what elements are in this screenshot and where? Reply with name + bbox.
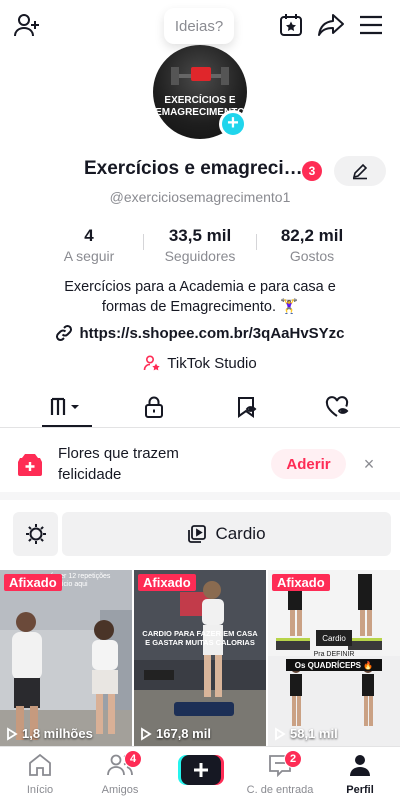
ideas-label: Ideias? — [174, 17, 224, 35]
play-icon — [141, 726, 152, 741]
bottom-navigation: Início Amigos 4 C. de entrada 2 Perfil — [0, 746, 400, 800]
settings-filter-button[interactable] — [13, 512, 58, 556]
community-promo: Flores que trazem felicidade Aderir × — [0, 430, 400, 500]
liked-icon — [325, 396, 349, 417]
edit-profile-button[interactable] — [334, 156, 386, 186]
tab-videos[interactable] — [37, 392, 97, 422]
stat-divider — [143, 234, 144, 250]
home-icon — [29, 753, 51, 776]
pinned-badge: Afixado — [4, 574, 62, 591]
video-1-preview: o que eu fazer 12 repetições exercício a… — [0, 570, 132, 746]
svg-text:E GASTAR MUITAS CALORIAS: E GASTAR MUITAS CALORIAS — [145, 638, 255, 647]
video-thumbnail[interactable]: o que eu fazer 12 repetições exercício a… — [0, 570, 132, 746]
friends-badge: 4 — [124, 750, 142, 768]
tab-liked[interactable] — [307, 392, 367, 422]
active-tab-indicator — [42, 425, 92, 427]
gear-icon — [25, 524, 46, 544]
create-button[interactable] — [178, 755, 224, 785]
play-icon — [275, 726, 286, 741]
channel-logo-mark — [191, 67, 211, 81]
inbox-badge: 2 — [284, 750, 302, 768]
profile-link[interactable]: https://s.shopee.com.br/3qAaHvSYzc — [0, 322, 400, 344]
share-icon[interactable] — [316, 10, 346, 40]
playlist-label: Cardio — [215, 524, 266, 543]
studio-label: TikTok Studio — [167, 354, 257, 372]
playlist-row: Cardio — [0, 508, 400, 560]
grid-icon — [50, 397, 79, 415]
tab-private[interactable] — [124, 392, 184, 422]
tiktok-studio-link[interactable]: TikTok Studio — [0, 352, 400, 374]
svg-text:CARDIO PARA FAZER EM CASA: CARDIO PARA FAZER EM CASA — [142, 629, 258, 638]
svg-text:Pra DEFINIR: Pra DEFINIR — [314, 651, 355, 658]
top-bar: Ideias? — [0, 0, 400, 50]
stat-followers[interactable]: 33,5 mil Seguidores — [150, 226, 250, 264]
playlist-icon — [188, 525, 207, 543]
stat-following[interactable]: 4 A seguir — [49, 226, 129, 264]
video-thumbnail[interactable]: CARDIO PARA FAZER EM CASA E GASTAR MUITA… — [134, 570, 266, 746]
link-icon — [56, 324, 73, 342]
profile-stats: 4 A seguir 33,5 mil Seguidores 82,2 mil … — [0, 226, 400, 266]
close-icon[interactable]: × — [360, 454, 378, 474]
svg-text:Os QUADRÍCEPS 🔥: Os QUADRÍCEPS 🔥 — [295, 660, 373, 670]
community-icon — [18, 454, 42, 476]
tab-saved[interactable] — [216, 392, 276, 422]
display-name: Exercícios e emagreci… — [84, 158, 303, 179]
svg-text:Cardio: Cardio — [322, 634, 346, 643]
pencil-icon — [352, 163, 368, 180]
nav-inbox[interactable]: C. de entrada 2 — [240, 750, 320, 799]
play-icon — [7, 726, 18, 741]
stat-likes[interactable]: 82,2 mil Gostos — [262, 226, 362, 264]
add-friend-icon[interactable] — [12, 10, 42, 40]
notification-badge[interactable]: 3 — [302, 161, 322, 181]
join-button[interactable]: Aderir — [271, 449, 346, 479]
promo-text: Flores que trazem felicidade — [58, 445, 179, 483]
profile-bio: Exercícios para a Academia e para casa e… — [64, 279, 336, 315]
video-2-preview: CARDIO PARA FAZER EM CASA E GASTAR MUITA… — [134, 570, 266, 746]
name-row: Exercícios e emagreci… 3 — [0, 156, 400, 186]
link-text[interactable]: https://s.shopee.com.br/3qAaHvSYzc — [79, 325, 344, 342]
create-icon — [178, 755, 224, 785]
nav-profile[interactable]: Perfil — [320, 753, 400, 799]
studio-icon — [143, 355, 160, 371]
saved-icon — [238, 397, 257, 418]
content-tabs — [0, 388, 400, 428]
view-count: 1,8 milhões — [6, 726, 93, 741]
view-count: 58,1 mil — [274, 726, 338, 741]
menu-icon[interactable] — [356, 10, 386, 40]
profile-icon — [350, 755, 370, 776]
pinned-badge: Afixado — [272, 574, 330, 591]
ideas-bubble[interactable]: Ideias? — [164, 8, 234, 44]
nav-home[interactable]: Início — [0, 753, 80, 799]
video-3-preview: Cardio Pra DEFINIR Os QUADRÍCEPS 🔥 — [268, 570, 400, 746]
video-thumbnail[interactable]: Cardio Pra DEFINIR Os QUADRÍCEPS 🔥 Afixa… — [268, 570, 400, 746]
view-count: 167,8 mil — [140, 726, 211, 741]
pinned-badge: Afixado — [138, 574, 196, 591]
star-calendar-icon[interactable] — [276, 10, 306, 40]
nav-friends[interactable]: Amigos 4 — [80, 750, 160, 799]
playlist-cardio-button[interactable]: Cardio — [62, 512, 391, 556]
stat-divider — [256, 234, 257, 250]
add-story-button[interactable]: + — [219, 110, 247, 138]
lock-icon — [145, 396, 163, 418]
user-handle: @exerciciosemagrecimento1 — [109, 189, 291, 205]
video-grid: o que eu fazer 12 repetições exercício a… — [0, 570, 400, 746]
